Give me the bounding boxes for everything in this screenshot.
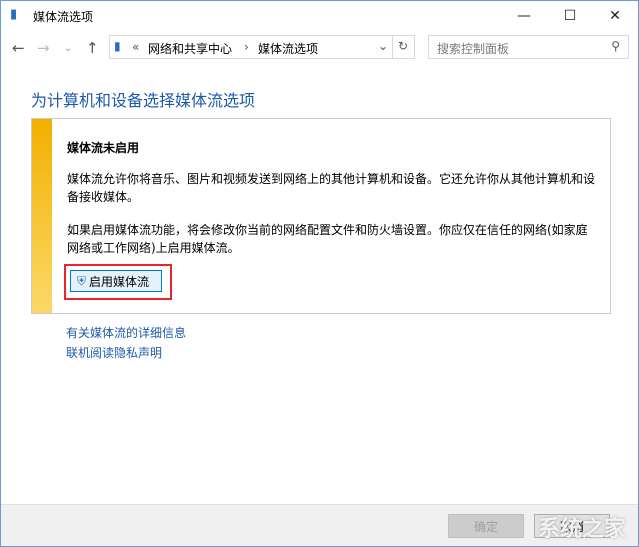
page-title: 为计算机和设备选择媒体流选项 bbox=[31, 91, 256, 110]
recent-chevron-icon[interactable]: ⌄ bbox=[64, 43, 72, 54]
media-streaming-icon: ▮ bbox=[10, 7, 18, 22]
panel-description: 媒体流允许你将音乐、图片和视频发送到网络上的其他计算机和设备。它还允许你从其他计… bbox=[67, 172, 596, 204]
enable-media-streaming-button[interactable]: ⛨ 启用媒体流 bbox=[70, 270, 162, 292]
window-title: 媒体流选项 bbox=[33, 10, 94, 24]
title-bar: ▮ 媒体流选项 — ☐ ✕ bbox=[1, 1, 638, 31]
privacy-statement-link[interactable]: 联机阅读隐私声明 bbox=[66, 344, 162, 361]
warning-strip bbox=[32, 119, 52, 313]
divider bbox=[392, 36, 393, 58]
ok-button[interactable]: 确定 bbox=[448, 514, 524, 538]
breadcrumb-overflow[interactable]: « bbox=[132, 40, 139, 54]
maximize-button[interactable]: ☐ bbox=[547, 1, 593, 31]
address-bar[interactable]: ▮ « 网络和共享中心 › 媒体流选项 ⌄ ↻ bbox=[109, 35, 415, 59]
enable-button-label: 启用媒体流 bbox=[89, 274, 150, 289]
media-streaming-icon: ▮ bbox=[114, 39, 121, 53]
forward-icon[interactable]: → bbox=[37, 39, 50, 57]
refresh-icon[interactable]: ↻ bbox=[398, 39, 408, 53]
breadcrumb-media-streaming[interactable]: 媒体流选项 bbox=[258, 40, 318, 57]
watermark: 系统之家 bbox=[537, 517, 626, 542]
search-icon: ⚲ bbox=[611, 39, 620, 53]
breadcrumb-network-center[interactable]: 网络和共享中心 bbox=[148, 40, 232, 57]
media-streaming-info-link[interactable]: 有关媒体流的详细信息 bbox=[66, 324, 186, 341]
address-dropdown-icon[interactable]: ⌄ bbox=[378, 39, 388, 53]
footer-bar: 确定 取消 系统之家 bbox=[1, 504, 638, 546]
search-input[interactable]: 搜索控制面板 ⚲ bbox=[428, 35, 629, 59]
close-button[interactable]: ✕ bbox=[592, 1, 638, 31]
search-placeholder: 搜索控制面板 bbox=[437, 42, 510, 56]
breadcrumb-separator-icon: › bbox=[244, 40, 249, 54]
panel-warning: 如果启用媒体流功能，将会修改你当前的网络配置文件和防火墙设置。你应仅在信任的网络… bbox=[67, 223, 588, 255]
up-icon[interactable]: ↑ bbox=[86, 39, 99, 57]
back-icon[interactable]: ← bbox=[12, 39, 25, 57]
uac-shield-icon: ⛨ bbox=[77, 273, 87, 288]
minimize-button[interactable]: — bbox=[501, 1, 547, 31]
media-streaming-panel: 媒体流未启用 媒体流允许你将音乐、图片和视频发送到网络上的其他计算机和设备。它还… bbox=[31, 118, 611, 314]
panel-title: 媒体流未启用 bbox=[67, 141, 140, 155]
